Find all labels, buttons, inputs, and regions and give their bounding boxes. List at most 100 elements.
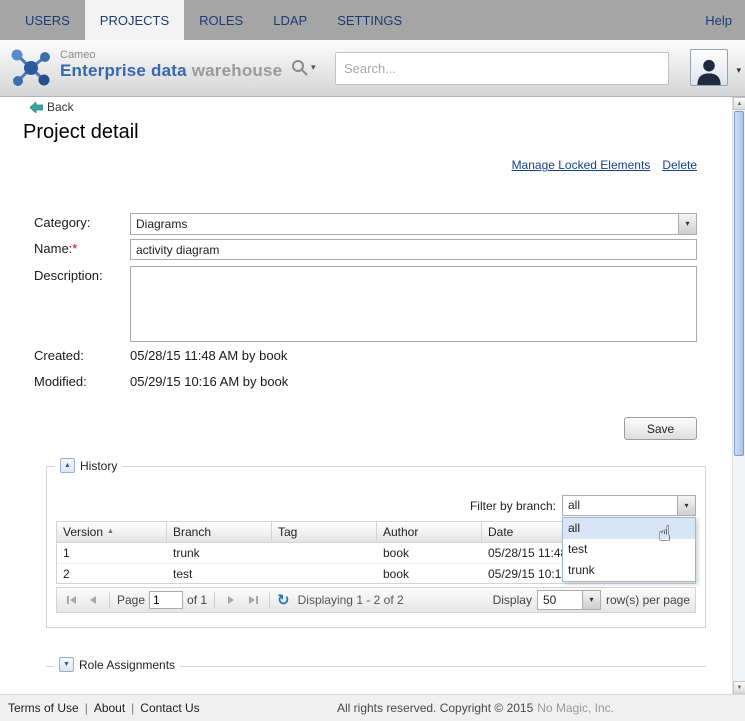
column-header-tag[interactable]: Tag bbox=[272, 522, 377, 542]
help-link[interactable]: Help bbox=[692, 0, 745, 40]
created-value: 05/28/15 11:48 AM by book bbox=[130, 348, 287, 363]
dropdown-option-all[interactable]: all bbox=[563, 518, 695, 539]
scroll-down-icon[interactable]: ▼ bbox=[733, 681, 745, 694]
column-date-label: Date bbox=[488, 522, 513, 542]
name-label-text: Name: bbox=[34, 241, 72, 256]
tab-ldap[interactable]: LDAP bbox=[258, 0, 322, 40]
refresh-icon[interactable]: ↻ bbox=[277, 593, 290, 608]
terms-of-use-link[interactable]: Terms of Use bbox=[8, 701, 79, 715]
vertical-scrollbar[interactable]: ▲ ▼ bbox=[732, 97, 745, 694]
tab-projects[interactable]: PROJECTS bbox=[85, 0, 184, 40]
search-caret-icon[interactable]: ▾ bbox=[311, 63, 316, 72]
history-title: History bbox=[80, 459, 117, 473]
nav-tabs: USERS PROJECTS ROLES LDAP SETTINGS bbox=[0, 0, 417, 40]
back-label: Back bbox=[47, 100, 74, 114]
page-size-select[interactable]: 50 ▾ bbox=[537, 590, 601, 610]
page-of-label: of 1 bbox=[187, 593, 207, 607]
modified-label: Modified: bbox=[34, 374, 87, 389]
collapse-icon[interactable]: ▲ bbox=[60, 458, 75, 473]
role-assignments-panel: ▼ Role Assignments bbox=[46, 666, 706, 667]
tab-roles[interactable]: ROLES bbox=[184, 0, 258, 40]
manage-locked-elements-link[interactable]: Manage Locked Elements bbox=[512, 158, 651, 172]
cameo-logo-icon bbox=[6, 45, 56, 93]
category-dropdown-icon[interactable]: ▾ bbox=[678, 214, 696, 234]
column-branch-label: Branch bbox=[173, 522, 211, 542]
page-label: Page bbox=[117, 593, 145, 607]
page-size-group: Display 50 ▾ row(s) per page bbox=[493, 590, 690, 610]
user-icon bbox=[694, 56, 724, 85]
prev-page-icon[interactable] bbox=[84, 591, 102, 609]
branch-filter-value: all bbox=[568, 498, 580, 512]
delete-link[interactable]: Delete bbox=[662, 158, 697, 172]
name-input[interactable] bbox=[130, 239, 697, 260]
about-link[interactable]: About bbox=[94, 701, 125, 715]
name-label: Name:* bbox=[34, 241, 77, 256]
scrollbar-thumb[interactable] bbox=[734, 111, 744, 456]
display-label: Display bbox=[493, 593, 532, 607]
page-actions: Manage Locked Elements Delete bbox=[512, 158, 697, 172]
brand-suffix-text: warehouse bbox=[192, 61, 283, 80]
expand-icon[interactable]: ▼ bbox=[59, 657, 74, 672]
back-link[interactable]: Back bbox=[30, 100, 74, 114]
company-name: No Magic, Inc. bbox=[537, 701, 614, 715]
created-label: Created: bbox=[34, 348, 84, 363]
next-page-icon[interactable] bbox=[222, 591, 240, 609]
top-nav: USERS PROJECTS ROLES LDAP SETTINGS Help bbox=[0, 0, 745, 40]
role-assignments-title: Role Assignments bbox=[79, 658, 175, 672]
footer-separator: | bbox=[131, 701, 134, 715]
tab-users[interactable]: USERS bbox=[10, 0, 85, 40]
app-window: USERS PROJECTS ROLES LDAP SETTINGS Help … bbox=[0, 0, 745, 721]
search-icon[interactable] bbox=[291, 59, 308, 76]
pagination-toolbar: Page of 1 ↻ Displaying 1 - 2 of 2 Displa… bbox=[56, 587, 696, 613]
column-tag-label: Tag bbox=[278, 522, 297, 542]
page-title: Project detail bbox=[23, 121, 139, 144]
last-page-icon[interactable] bbox=[244, 591, 262, 609]
cell-version: 1 bbox=[57, 543, 167, 563]
column-header-version[interactable]: Version▲ bbox=[57, 522, 167, 542]
filter-by-branch-label: Filter by branch: bbox=[470, 499, 556, 513]
cell-tag bbox=[272, 543, 377, 563]
column-header-author[interactable]: Author bbox=[377, 522, 482, 542]
displaying-status: Displaying 1 - 2 of 2 bbox=[298, 593, 404, 607]
brand-main-label: Enterprise data warehouse bbox=[60, 61, 282, 81]
branch-filter-select[interactable]: all ▾ bbox=[562, 495, 696, 516]
save-button[interactable]: Save bbox=[624, 417, 697, 440]
per-page-label: row(s) per page bbox=[606, 593, 690, 607]
cell-branch: test bbox=[167, 564, 272, 583]
required-marker: * bbox=[72, 241, 77, 256]
page-size-value: 50 bbox=[543, 593, 556, 607]
category-select[interactable]: Diagrams ▾ bbox=[130, 213, 697, 235]
description-label: Description: bbox=[34, 268, 103, 283]
copyright-text: All rights reserved. Copyright © 2015 No… bbox=[337, 701, 614, 715]
dropdown-option-test[interactable]: test bbox=[563, 539, 695, 560]
first-page-icon[interactable] bbox=[62, 591, 80, 609]
modified-value: 05/29/15 10:16 AM by book bbox=[130, 374, 288, 389]
cell-tag bbox=[272, 564, 377, 583]
cell-version: 2 bbox=[57, 564, 167, 583]
page-number-input[interactable] bbox=[149, 591, 183, 609]
brand-small-label: Cameo bbox=[60, 49, 282, 61]
toolbar-separator bbox=[214, 592, 215, 608]
search-icon-group[interactable]: ▾ bbox=[291, 59, 316, 76]
footer-links: Terms of Use | About | Contact Us bbox=[8, 701, 200, 715]
column-header-branch[interactable]: Branch bbox=[167, 522, 272, 542]
column-author-label: Author bbox=[383, 522, 418, 542]
toolbar-separator bbox=[109, 592, 110, 608]
sort-asc-icon: ▲ bbox=[107, 522, 114, 542]
scroll-up-icon[interactable]: ▲ bbox=[733, 97, 745, 110]
footer-separator: | bbox=[85, 701, 88, 715]
branch-filter-dropdown-icon[interactable]: ▾ bbox=[677, 496, 695, 515]
contact-us-link[interactable]: Contact Us bbox=[140, 701, 199, 715]
user-menu-caret-icon[interactable]: ▾ bbox=[736, 66, 741, 75]
search-input[interactable] bbox=[335, 52, 669, 85]
branch-filter-row: Filter by branch: all ▾ bbox=[470, 495, 696, 516]
main-content: Back Project detail Manage Locked Elemen… bbox=[0, 97, 745, 694]
cell-branch: trunk bbox=[167, 543, 272, 563]
tab-settings[interactable]: SETTINGS bbox=[322, 0, 417, 40]
dropdown-option-trunk[interactable]: trunk bbox=[563, 560, 695, 581]
app-header: Cameo Enterprise data warehouse ▾ ▾ bbox=[0, 40, 745, 97]
description-textarea[interactable] bbox=[130, 266, 697, 342]
user-avatar[interactable] bbox=[690, 49, 728, 86]
page-size-dropdown-icon[interactable]: ▾ bbox=[582, 591, 600, 609]
page-footer: Terms of Use | About | Contact Us All ri… bbox=[0, 694, 745, 721]
